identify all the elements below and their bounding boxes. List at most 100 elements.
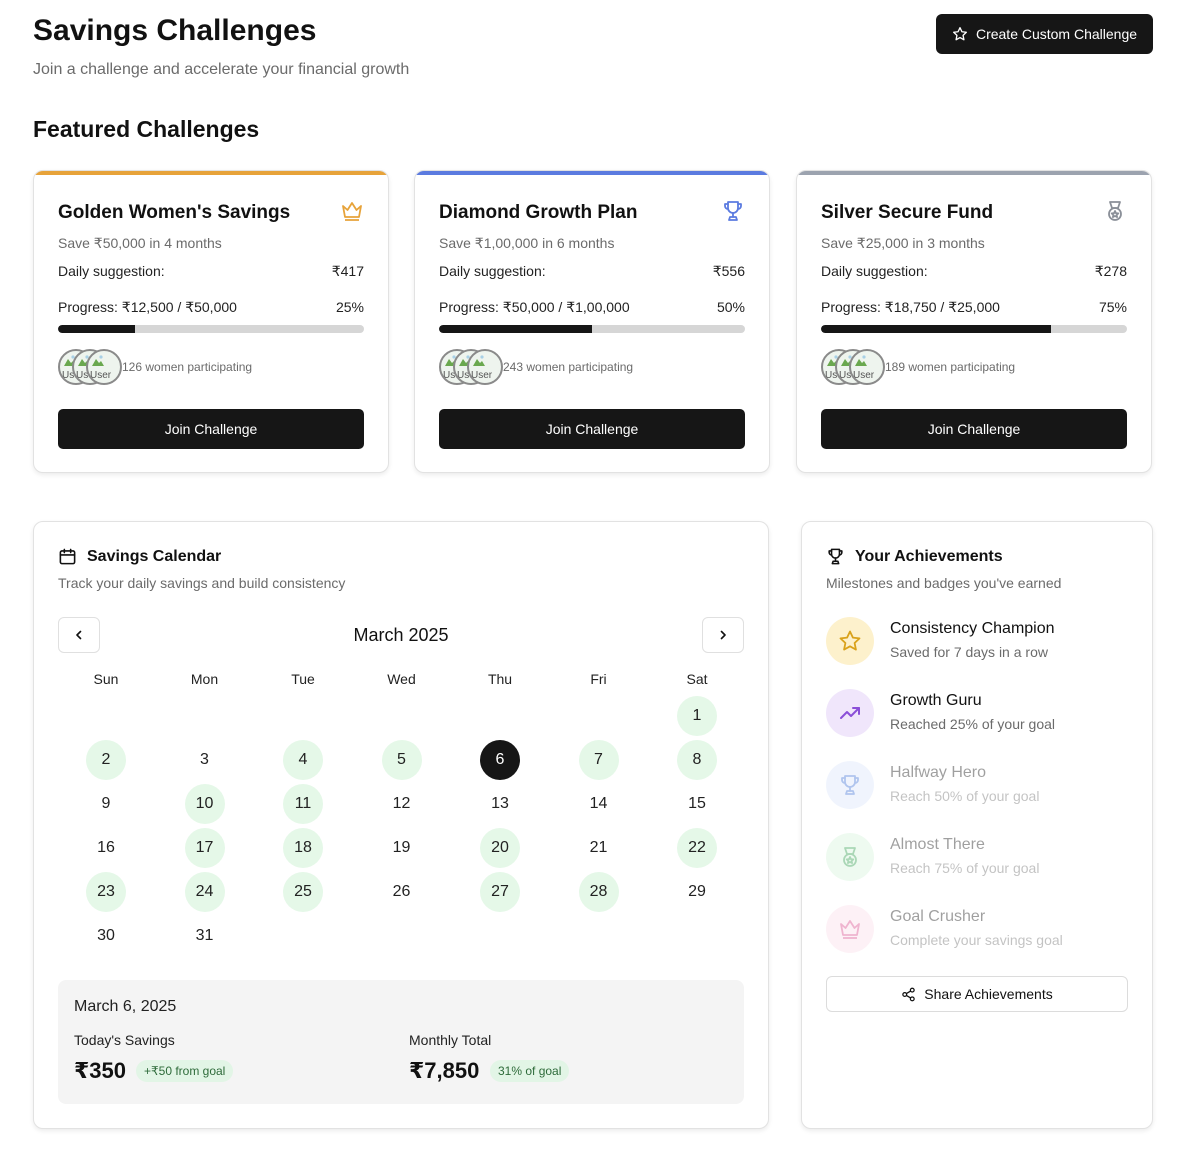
calendar-day[interactable]: 6 <box>480 740 520 780</box>
achievement-badge <box>826 833 874 881</box>
image-placeholder-icon <box>92 355 104 366</box>
daily-suggestion-value: ₹417 <box>331 263 364 279</box>
calendar-day[interactable]: 5 <box>381 740 422 780</box>
create-custom-challenge-button[interactable]: Create Custom Challenge <box>936 14 1153 54</box>
calendar-day[interactable]: 22 <box>677 828 717 868</box>
avatar: User <box>467 349 503 385</box>
calendar-day[interactable]: 16 <box>86 828 126 868</box>
featured-challenges-title: Featured Challenges <box>33 116 260 142</box>
calendar-day[interactable]: 8 <box>677 740 717 780</box>
achievement-title: Consistency Champion <box>890 620 1055 637</box>
trending-up-icon <box>840 707 860 719</box>
calendar-day[interactable]: 10 <box>184 784 225 824</box>
todays-savings-badge: +₹50 from goal <box>136 1060 234 1082</box>
calendar-day[interactable]: 31 <box>185 916 225 956</box>
calendar-day[interactable]: 30 <box>86 916 126 956</box>
calendar-day[interactable]: 1 <box>677 696 717 736</box>
participant-avatars: User User User <box>58 349 122 385</box>
card-goal: Save ₹50,000 in 4 months <box>58 235 222 251</box>
achievement-desc: Complete your savings goal <box>890 932 1063 948</box>
daily-suggestion-label: Daily suggestion: <box>821 263 928 279</box>
calendar-title: Savings Calendar <box>87 547 222 565</box>
calendar-day[interactable]: 23 <box>86 872 126 912</box>
trophy-icon <box>724 201 742 221</box>
calendar-day[interactable]: 25 <box>283 872 323 912</box>
calendar-day[interactable]: 7 <box>578 740 619 780</box>
calendar-day[interactable]: 12 <box>382 784 422 824</box>
star-icon <box>839 630 861 651</box>
calendar-day[interactable]: 13 <box>480 784 520 824</box>
monthly-total-label: Monthly Total <box>409 1032 492 1048</box>
trophy-icon <box>828 548 843 565</box>
daily-suggestion-value: ₹556 <box>712 263 745 279</box>
join-challenge-button[interactable]: Join Challenge <box>58 409 364 449</box>
todays-savings-label: Today's Savings <box>74 1032 175 1048</box>
calendar-day[interactable]: 3 <box>185 740 225 780</box>
crown-icon <box>342 202 362 221</box>
progress-label: Progress: ₹12,500 / ₹50,000 <box>58 299 237 315</box>
calendar-day[interactable]: 28 <box>578 872 619 912</box>
calendar-subtitle: Track your daily savings and build consi… <box>58 575 346 591</box>
calendar-day[interactable]: 29 <box>677 872 717 912</box>
card-title: Golden Women's Savings <box>58 202 291 223</box>
progress-row: Progress: ₹18,750 / ₹25,000 75% <box>821 299 1127 316</box>
weekday-wed: Wed <box>387 671 416 687</box>
achievement-halfway-hero: Halfway Hero Reach 50% of your goal <box>826 761 1126 811</box>
progress-bar-fill <box>58 325 135 333</box>
progress-bar <box>821 325 1127 333</box>
avatar: User <box>86 349 122 385</box>
calendar-day[interactable]: 20 <box>480 828 520 868</box>
weekday-mon: Mon <box>190 671 219 687</box>
card-accent-bar <box>34 171 388 175</box>
progress-percent: 50% <box>716 299 745 315</box>
achievement-desc: Saved for 7 days in a row <box>890 644 1048 660</box>
achievement-title: Growth Guru <box>890 692 982 709</box>
avatar-alt-text: User <box>853 370 875 381</box>
share-achievements-button[interactable]: Share Achievements <box>826 976 1128 1012</box>
crown-icon <box>840 920 860 939</box>
calendar-day[interactable]: 18 <box>283 828 323 868</box>
calendar-day[interactable]: 15 <box>677 784 717 824</box>
daily-suggestion-label: Daily suggestion: <box>439 263 546 279</box>
achievements-title: Your Achievements <box>855 547 1003 565</box>
progress-bar-fill <box>821 325 1051 333</box>
next-month-button[interactable] <box>702 617 744 653</box>
share-icon <box>902 987 916 1001</box>
participant-avatars: User User User <box>821 349 885 385</box>
progress-bar-fill <box>439 325 592 333</box>
calendar-day[interactable]: 21 <box>579 828 619 868</box>
chevron-right-icon <box>720 630 726 640</box>
image-placeholder-icon <box>473 355 485 366</box>
calendar-day[interactable]: 26 <box>382 872 422 912</box>
achievement-title: Almost There <box>890 836 985 853</box>
share-achievements-label: Share Achievements <box>924 986 1053 1002</box>
achievement-badge <box>826 689 874 737</box>
achievement-desc: Reached 25% of your goal <box>890 716 1055 732</box>
calendar-day[interactable]: 19 <box>382 828 422 868</box>
create-custom-challenge-label: Create Custom Challenge <box>975 26 1138 42</box>
achievement-desc: Reach 75% of your goal <box>890 860 1040 876</box>
daily-suggestion-row: Daily suggestion: ₹278 <box>821 263 1127 280</box>
calendar-day[interactable]: 17 <box>184 828 225 868</box>
medal-icon <box>843 847 857 867</box>
current-month: March 2025 <box>353 625 449 645</box>
calendar-day[interactable]: 27 <box>480 872 520 912</box>
daily-suggestion-label: Daily suggestion: <box>58 263 165 279</box>
calendar-day[interactable]: 24 <box>184 872 225 912</box>
calendar-day[interactable]: 11 <box>283 784 323 824</box>
avatar-alt-text: User <box>90 370 112 381</box>
calendar-day[interactable]: 9 <box>86 784 126 824</box>
weekday-fri: Fri <box>590 671 607 687</box>
weekday-tue: Tue <box>291 671 315 687</box>
weekday-sun: Sun <box>93 671 119 687</box>
achievement-title: Goal Crusher <box>890 908 986 925</box>
calendar-day[interactable]: 2 <box>86 740 126 780</box>
achievement-badge <box>826 617 874 665</box>
join-challenge-button[interactable]: Join Challenge <box>821 409 1127 449</box>
calendar-day[interactable]: 14 <box>579 784 619 824</box>
card-accent-bar <box>415 171 769 175</box>
achievements-header: Your Achievements <box>826 547 1003 566</box>
weekday-thu: Thu <box>487 671 513 687</box>
calendar-day[interactable]: 4 <box>283 740 323 780</box>
join-challenge-button[interactable]: Join Challenge <box>439 409 745 449</box>
